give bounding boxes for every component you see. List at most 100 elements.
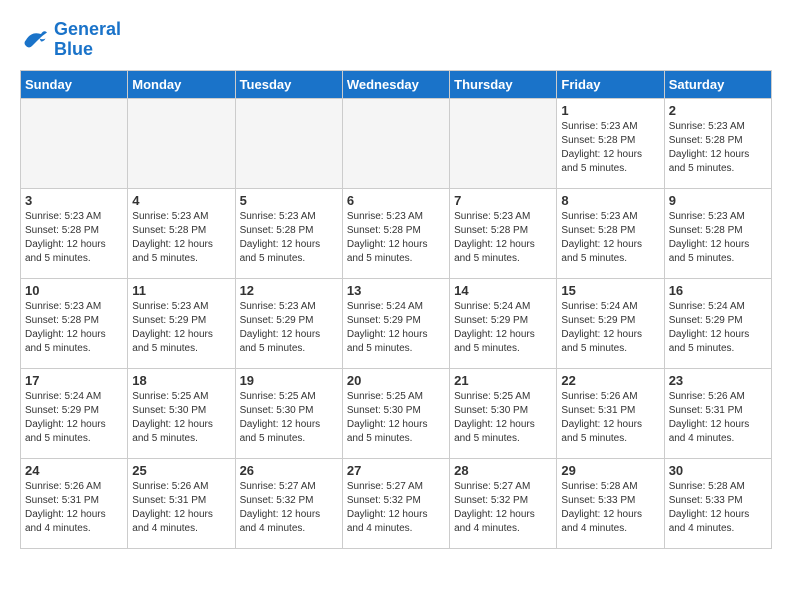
day-number: 18 xyxy=(132,373,230,388)
day-number: 25 xyxy=(132,463,230,478)
calendar-cell: 1 Sunrise: 5:23 AM Sunset: 5:28 PM Daylig… xyxy=(557,98,664,188)
day-info: Sunrise: 5:23 AM Sunset: 5:28 PM Dayligh… xyxy=(347,210,445,266)
calendar-cell: 18 Sunrise: 5:25 AM Sunset: 5:30 PM Dayli… xyxy=(128,368,235,458)
calendar-cell: 25 Sunrise: 5:26 AM Sunset: 5:31 PM Dayli… xyxy=(128,458,235,548)
day-info: Sunrise: 5:24 AM Sunset: 5:29 PM Dayligh… xyxy=(347,300,445,356)
day-number: 10 xyxy=(25,283,123,298)
weekday-header-cell: Monday xyxy=(128,70,235,98)
day-info: Sunrise: 5:25 AM Sunset: 5:30 PM Dayligh… xyxy=(347,390,445,446)
day-number: 30 xyxy=(669,463,767,478)
day-number: 6 xyxy=(347,193,445,208)
calendar-cell: 23Sunrise: 5:26 AM Sunset: 5:31 PM Dayli… xyxy=(664,368,771,458)
day-info: Sunrise: 5:24 AM Sunset: 5:29 PM Dayligh… xyxy=(25,390,123,446)
calendar-week-row: 1 Sunrise: 5:23 AM Sunset: 5:28 PM Daylig… xyxy=(21,98,772,188)
day-info: Sunrise: 5:24 AM Sunset: 5:29 PM Dayligh… xyxy=(561,300,659,356)
weekday-header-cell: Thursday xyxy=(450,70,557,98)
calendar-cell: 30 Sunrise: 5:28 AM Sunset: 5:33 PM Dayli… xyxy=(664,458,771,548)
calendar-cell: 15 Sunrise: 5:24 AM Sunset: 5:29 PM Dayli… xyxy=(557,278,664,368)
day-info: Sunrise: 5:25 AM Sunset: 5:30 PM Dayligh… xyxy=(132,390,230,446)
calendar-cell xyxy=(128,98,235,188)
day-info: Sunrise: 5:23 AM Sunset: 5:28 PM Dayligh… xyxy=(561,210,659,266)
day-number: 22 xyxy=(561,373,659,388)
day-info: Sunrise: 5:26 AM Sunset: 5:31 PM Dayligh… xyxy=(561,390,659,446)
logo-text: General Blue xyxy=(54,20,121,60)
weekday-header-cell: Sunday xyxy=(21,70,128,98)
calendar-cell: 3Sunrise: 5:23 AM Sunset: 5:28 PM Daylig… xyxy=(21,188,128,278)
calendar-cell: 21 Sunrise: 5:25 AM Sunset: 5:30 PM Dayli… xyxy=(450,368,557,458)
day-number: 11 xyxy=(132,283,230,298)
calendar-cell: 8 Sunrise: 5:23 AM Sunset: 5:28 PM Daylig… xyxy=(557,188,664,278)
calendar-cell: 16Sunrise: 5:24 AM Sunset: 5:29 PM Dayli… xyxy=(664,278,771,368)
calendar-cell xyxy=(450,98,557,188)
day-number: 13 xyxy=(347,283,445,298)
day-info: Sunrise: 5:26 AM Sunset: 5:31 PM Dayligh… xyxy=(25,480,123,536)
weekday-header-cell: Friday xyxy=(557,70,664,98)
day-number: 1 xyxy=(561,103,659,118)
calendar-cell: 9 Sunrise: 5:23 AM Sunset: 5:28 PM Daylig… xyxy=(664,188,771,278)
day-number: 2 xyxy=(669,103,767,118)
day-number: 21 xyxy=(454,373,552,388)
calendar-cell: 4Sunrise: 5:23 AM Sunset: 5:28 PM Daylig… xyxy=(128,188,235,278)
calendar-cell: 17 Sunrise: 5:24 AM Sunset: 5:29 PM Dayli… xyxy=(21,368,128,458)
day-number: 24 xyxy=(25,463,123,478)
day-number: 29 xyxy=(561,463,659,478)
day-number: 23 xyxy=(669,373,767,388)
calendar-week-row: 3Sunrise: 5:23 AM Sunset: 5:28 PM Daylig… xyxy=(21,188,772,278)
day-number: 15 xyxy=(561,283,659,298)
day-number: 9 xyxy=(669,193,767,208)
day-info: Sunrise: 5:28 AM Sunset: 5:33 PM Dayligh… xyxy=(561,480,659,536)
day-info: Sunrise: 5:27 AM Sunset: 5:32 PM Dayligh… xyxy=(347,480,445,536)
day-info: Sunrise: 5:23 AM Sunset: 5:28 PM Dayligh… xyxy=(25,210,123,266)
calendar-cell: 19 Sunrise: 5:25 AM Sunset: 5:30 PM Dayli… xyxy=(235,368,342,458)
weekday-header-cell: Saturday xyxy=(664,70,771,98)
calendar-week-row: 24 Sunrise: 5:26 AM Sunset: 5:31 PM Dayli… xyxy=(21,458,772,548)
day-number: 26 xyxy=(240,463,338,478)
day-info: Sunrise: 5:25 AM Sunset: 5:30 PM Dayligh… xyxy=(240,390,338,446)
day-number: 19 xyxy=(240,373,338,388)
calendar-cell: 10 Sunrise: 5:23 AM Sunset: 5:28 PM Dayli… xyxy=(21,278,128,368)
day-number: 20 xyxy=(347,373,445,388)
day-info: Sunrise: 5:27 AM Sunset: 5:32 PM Dayligh… xyxy=(240,480,338,536)
calendar-cell: 6 Sunrise: 5:23 AM Sunset: 5:28 PM Daylig… xyxy=(342,188,449,278)
calendar-cell: 12Sunrise: 5:23 AM Sunset: 5:29 PM Dayli… xyxy=(235,278,342,368)
day-info: Sunrise: 5:23 AM Sunset: 5:28 PM Dayligh… xyxy=(132,210,230,266)
calendar-cell: 20 Sunrise: 5:25 AM Sunset: 5:30 PM Dayli… xyxy=(342,368,449,458)
calendar-cell: 27Sunrise: 5:27 AM Sunset: 5:32 PM Dayli… xyxy=(342,458,449,548)
day-info: Sunrise: 5:25 AM Sunset: 5:30 PM Dayligh… xyxy=(454,390,552,446)
day-number: 28 xyxy=(454,463,552,478)
day-number: 7 xyxy=(454,193,552,208)
calendar-cell: 13 Sunrise: 5:24 AM Sunset: 5:29 PM Dayli… xyxy=(342,278,449,368)
calendar-cell: 11Sunrise: 5:23 AM Sunset: 5:29 PM Dayli… xyxy=(128,278,235,368)
day-info: Sunrise: 5:23 AM Sunset: 5:28 PM Dayligh… xyxy=(561,120,659,176)
calendar-cell: 2 Sunrise: 5:23 AM Sunset: 5:28 PM Daylig… xyxy=(664,98,771,188)
weekday-header-row: SundayMondayTuesdayWednesdayThursdayFrid… xyxy=(21,70,772,98)
calendar-table: SundayMondayTuesdayWednesdayThursdayFrid… xyxy=(20,70,772,549)
calendar-cell xyxy=(21,98,128,188)
calendar-cell: 22 Sunrise: 5:26 AM Sunset: 5:31 PM Dayli… xyxy=(557,368,664,458)
weekday-header-cell: Wednesday xyxy=(342,70,449,98)
day-info: Sunrise: 5:23 AM Sunset: 5:28 PM Dayligh… xyxy=(669,120,767,176)
day-info: Sunrise: 5:24 AM Sunset: 5:29 PM Dayligh… xyxy=(669,300,767,356)
calendar-cell: 5Sunrise: 5:23 AM Sunset: 5:28 PM Daylig… xyxy=(235,188,342,278)
page-header: General Blue xyxy=(20,20,772,60)
weekday-header-cell: Tuesday xyxy=(235,70,342,98)
day-info: Sunrise: 5:28 AM Sunset: 5:33 PM Dayligh… xyxy=(669,480,767,536)
day-info: Sunrise: 5:26 AM Sunset: 5:31 PM Dayligh… xyxy=(132,480,230,536)
day-number: 8 xyxy=(561,193,659,208)
day-number: 14 xyxy=(454,283,552,298)
day-info: Sunrise: 5:23 AM Sunset: 5:28 PM Dayligh… xyxy=(454,210,552,266)
day-info: Sunrise: 5:23 AM Sunset: 5:28 PM Dayligh… xyxy=(669,210,767,266)
calendar-body: 1 Sunrise: 5:23 AM Sunset: 5:28 PM Daylig… xyxy=(21,98,772,548)
day-info: Sunrise: 5:23 AM Sunset: 5:28 PM Dayligh… xyxy=(240,210,338,266)
day-number: 12 xyxy=(240,283,338,298)
calendar-week-row: 10 Sunrise: 5:23 AM Sunset: 5:28 PM Dayli… xyxy=(21,278,772,368)
calendar-cell: 29 Sunrise: 5:28 AM Sunset: 5:33 PM Dayli… xyxy=(557,458,664,548)
calendar-cell: 14 Sunrise: 5:24 AM Sunset: 5:29 PM Dayli… xyxy=(450,278,557,368)
calendar-cell: 24 Sunrise: 5:26 AM Sunset: 5:31 PM Dayli… xyxy=(21,458,128,548)
day-info: Sunrise: 5:24 AM Sunset: 5:29 PM Dayligh… xyxy=(454,300,552,356)
calendar-cell xyxy=(342,98,449,188)
logo: General Blue xyxy=(20,20,121,60)
day-info: Sunrise: 5:23 AM Sunset: 5:28 PM Dayligh… xyxy=(25,300,123,356)
calendar-cell xyxy=(235,98,342,188)
day-number: 17 xyxy=(25,373,123,388)
